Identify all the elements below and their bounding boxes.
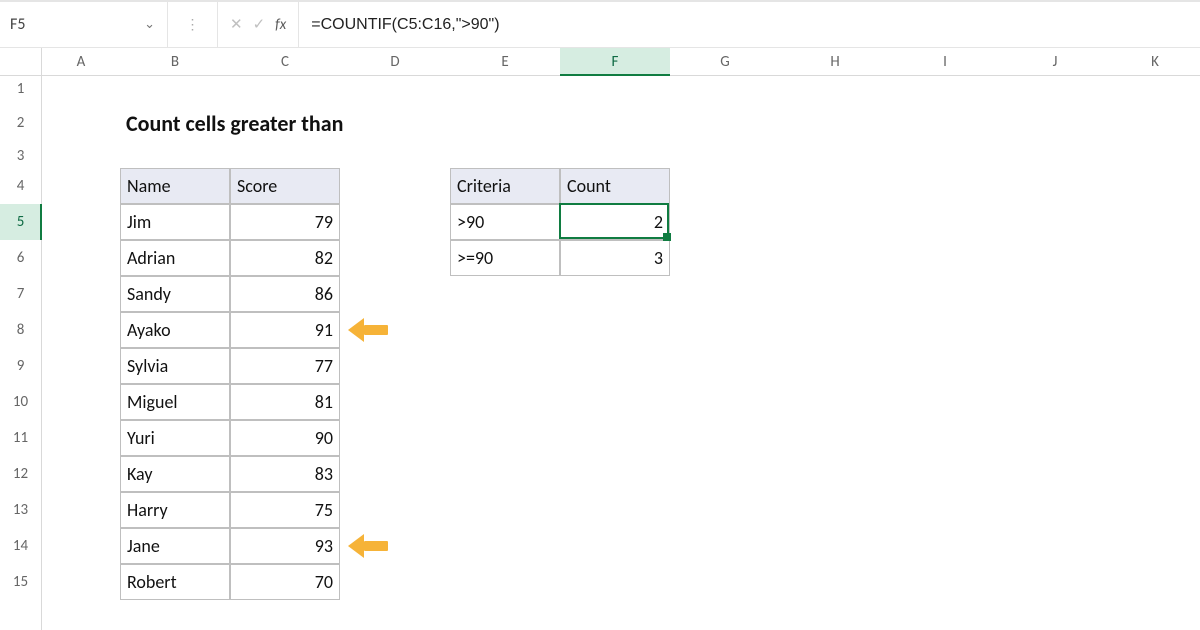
table1-name-11[interactable]: Yuri: [120, 420, 230, 456]
column-header-C[interactable]: C: [230, 48, 340, 75]
table1-name-15[interactable]: Robert: [120, 564, 230, 600]
row-header-6[interactable]: 6: [0, 240, 41, 276]
formula-bar-icons: ✕ ✓ fx: [218, 2, 299, 47]
table1-name-5[interactable]: Jim: [120, 204, 230, 240]
row-header-14[interactable]: 14: [0, 528, 41, 564]
table1-header-score[interactable]: Score: [230, 168, 340, 204]
column-header-E[interactable]: E: [450, 48, 560, 75]
table1-score-5[interactable]: 79: [230, 204, 340, 240]
table1-score-8[interactable]: 91: [230, 312, 340, 348]
table2-criteria-6[interactable]: >=90: [450, 240, 560, 276]
column-header-A[interactable]: A: [42, 48, 120, 75]
table1-score-15[interactable]: 70: [230, 564, 340, 600]
table2-criteria-5[interactable]: >90: [450, 204, 560, 240]
table1-name-6[interactable]: Adrian: [120, 240, 230, 276]
row-header-4[interactable]: 4: [0, 168, 41, 204]
enter-icon[interactable]: ✓: [253, 15, 266, 34]
column-header-B[interactable]: B: [120, 48, 230, 75]
table1-score-7[interactable]: 86: [230, 276, 340, 312]
row-header-9[interactable]: 9: [0, 348, 41, 384]
select-all-corner[interactable]: [0, 48, 41, 76]
chevron-down-icon[interactable]: ⌄: [144, 17, 155, 32]
name-box[interactable]: F5 ⌄: [0, 2, 168, 47]
row-header-2[interactable]: 2: [0, 102, 41, 144]
row-header-10[interactable]: 10: [0, 384, 41, 420]
column-header-J[interactable]: J: [1000, 48, 1110, 75]
column-header-K[interactable]: K: [1110, 48, 1200, 75]
row-header-5[interactable]: 5: [0, 204, 41, 240]
table1-score-14[interactable]: 93: [230, 528, 340, 564]
table1-score-12[interactable]: 83: [230, 456, 340, 492]
name-box-value: F5: [10, 15, 144, 34]
column-header-G[interactable]: G: [670, 48, 780, 75]
column-header-F[interactable]: F: [560, 48, 670, 75]
formula-bar-divider-dots: ⋮: [168, 2, 218, 47]
column-headers: ABCDEFGHIJK: [42, 48, 1200, 76]
formula-bar: F5 ⌄ ⋮ ✕ ✓ fx: [0, 0, 1200, 48]
row-header-11[interactable]: 11: [0, 420, 41, 456]
row-header-1[interactable]: 1: [0, 76, 41, 102]
row-header-7[interactable]: 7: [0, 276, 41, 312]
cancel-icon[interactable]: ✕: [230, 15, 243, 34]
table2-count-5[interactable]: 2: [560, 204, 670, 240]
formula-input[interactable]: [299, 2, 1200, 47]
arrow-left-icon: [348, 535, 388, 557]
column-header-H[interactable]: H: [780, 48, 890, 75]
cells-area[interactable]: Count cells greater than NameScoreJim79Ad…: [42, 76, 1200, 630]
row-header-15[interactable]: 15: [0, 564, 41, 600]
row-header-8[interactable]: 8: [0, 312, 41, 348]
table1-header-name[interactable]: Name: [120, 168, 230, 204]
table1-name-14[interactable]: Jane: [120, 528, 230, 564]
app-frame: F5 ⌄ ⋮ ✕ ✓ fx 123456789101112131415 ABCD…: [0, 0, 1200, 630]
table1-name-13[interactable]: Harry: [120, 492, 230, 528]
table2-header-criteria[interactable]: Criteria: [450, 168, 560, 204]
column-header-D[interactable]: D: [340, 48, 450, 75]
table2-count-6[interactable]: 3: [560, 240, 670, 276]
worksheet: 123456789101112131415 ABCDEFGHIJK Count …: [0, 48, 1200, 630]
table1-name-12[interactable]: Kay: [120, 456, 230, 492]
arrow-left-icon: [348, 319, 388, 341]
table1-score-9[interactable]: 77: [230, 348, 340, 384]
table1-name-9[interactable]: Sylvia: [120, 348, 230, 384]
table1-name-7[interactable]: Sandy: [120, 276, 230, 312]
table1-score-11[interactable]: 90: [230, 420, 340, 456]
table1-name-10[interactable]: Miguel: [120, 384, 230, 420]
table2-header-count[interactable]: Count: [560, 168, 670, 204]
row-header-13[interactable]: 13: [0, 492, 41, 528]
table1-score-13[interactable]: 75: [230, 492, 340, 528]
column-header-I[interactable]: I: [890, 48, 1000, 75]
grid: ABCDEFGHIJK Count cells greater than Name…: [42, 48, 1200, 630]
row-header-3[interactable]: 3: [0, 144, 41, 168]
row-headers: 123456789101112131415: [0, 48, 42, 630]
fx-icon[interactable]: fx: [275, 16, 286, 34]
table1-score-10[interactable]: 81: [230, 384, 340, 420]
table1-name-8[interactable]: Ayako: [120, 312, 230, 348]
page-title: Count cells greater than: [120, 102, 560, 144]
row-header-12[interactable]: 12: [0, 456, 41, 492]
table1-score-6[interactable]: 82: [230, 240, 340, 276]
